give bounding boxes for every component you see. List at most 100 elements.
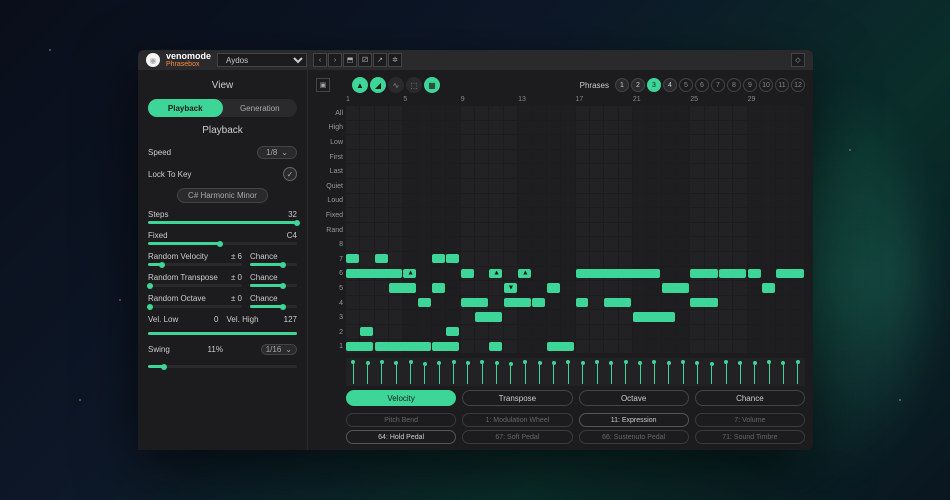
note[interactable] xyxy=(389,283,416,293)
velocity-bar[interactable] xyxy=(360,360,374,384)
note[interactable] xyxy=(432,342,459,352)
cc-button[interactable]: 1: Modulation Wheel xyxy=(462,413,572,427)
velocity-bar[interactable] xyxy=(662,360,676,384)
randvel-slider[interactable] xyxy=(148,263,242,266)
tab-transpose[interactable]: Transpose xyxy=(462,390,572,406)
velocity-bar[interactable] xyxy=(619,360,633,384)
velocity-bar[interactable] xyxy=(375,360,389,384)
velocity-bar[interactable] xyxy=(748,360,762,384)
tab-playback[interactable]: Playback xyxy=(148,99,223,117)
next-preset-button[interactable]: › xyxy=(328,53,342,67)
phrase-3[interactable]: 3 xyxy=(647,78,661,92)
select-tool-icon[interactable]: ▣ xyxy=(316,78,330,92)
phrase-2[interactable]: 2 xyxy=(631,78,645,92)
cc-button[interactable]: 11: Expression xyxy=(579,413,689,427)
note[interactable] xyxy=(576,269,661,279)
note[interactable] xyxy=(633,312,675,322)
velocity-bar[interactable] xyxy=(604,360,618,384)
velocity-bar[interactable] xyxy=(733,360,747,384)
cc-button[interactable]: Pitch Bend xyxy=(346,413,456,427)
note[interactable] xyxy=(604,298,631,308)
scale-select[interactable]: C# Harmonic Minor xyxy=(177,188,268,203)
view-mode-3[interactable]: ∿ xyxy=(388,77,404,93)
velocity-bar[interactable] xyxy=(776,360,790,384)
velocity-bar[interactable] xyxy=(633,360,647,384)
view-mode-2[interactable]: ◢ xyxy=(370,77,386,93)
settings-button[interactable]: ✲ xyxy=(388,53,402,67)
note[interactable] xyxy=(662,283,689,293)
velocity-bar[interactable] xyxy=(489,360,503,384)
randtrans-chance-slider[interactable] xyxy=(250,284,297,287)
velocity-bar[interactable] xyxy=(446,360,460,384)
tab-octave[interactable]: Octave xyxy=(579,390,689,406)
phrase-6[interactable]: 6 xyxy=(695,78,709,92)
note[interactable] xyxy=(547,283,560,293)
note[interactable] xyxy=(690,269,717,279)
note[interactable] xyxy=(461,269,474,279)
phrase-4[interactable]: 4 xyxy=(663,78,677,92)
velocity-bar[interactable] xyxy=(561,360,575,384)
velocity-bar[interactable] xyxy=(432,360,446,384)
note[interactable] xyxy=(461,298,488,308)
note[interactable] xyxy=(719,269,746,279)
note[interactable] xyxy=(576,298,589,308)
phrase-7[interactable]: 7 xyxy=(711,78,725,92)
prev-preset-button[interactable]: ‹ xyxy=(313,53,327,67)
note[interactable] xyxy=(418,298,431,308)
preset-select[interactable]: Aydos xyxy=(217,53,307,67)
velocity-bar[interactable] xyxy=(389,360,403,384)
phrase-12[interactable]: 12 xyxy=(791,78,805,92)
velocity-bar[interactable] xyxy=(576,360,590,384)
randoct-chance-slider[interactable] xyxy=(250,305,297,308)
randvel-chance-slider[interactable] xyxy=(250,263,297,266)
swing-rate-dropdown[interactable]: 1/16⌄ xyxy=(261,344,297,355)
note[interactable] xyxy=(762,283,775,293)
note[interactable] xyxy=(375,254,388,264)
view-mode-1[interactable]: ▲ xyxy=(352,77,368,93)
velocity-bar[interactable] xyxy=(547,360,561,384)
note[interactable] xyxy=(532,298,545,308)
view-mode-4[interactable]: ⬚ xyxy=(406,77,422,93)
velocity-bar[interactable] xyxy=(504,360,518,384)
velocity-bar[interactable] xyxy=(346,360,360,384)
note[interactable] xyxy=(446,254,459,264)
note[interactable] xyxy=(748,269,761,279)
velocity-bar[interactable] xyxy=(676,360,690,384)
velocity-bar[interactable] xyxy=(590,360,604,384)
tab-velocity[interactable]: Velocity xyxy=(346,390,456,406)
save-button[interactable]: ⬒ xyxy=(343,53,357,67)
velocity-bar[interactable] xyxy=(532,360,546,384)
cc-button[interactable]: 7: Volume xyxy=(695,413,805,427)
lock-checkbox[interactable]: ✓ xyxy=(283,167,297,181)
note[interactable] xyxy=(375,342,431,352)
note[interactable] xyxy=(346,342,373,352)
randoct-slider[interactable] xyxy=(148,305,242,308)
velocity-bar[interactable] xyxy=(762,360,776,384)
velocity-bar[interactable] xyxy=(518,360,532,384)
note[interactable] xyxy=(346,254,359,264)
note[interactable] xyxy=(346,269,402,279)
velocity-bar[interactable] xyxy=(403,360,417,384)
cc-button[interactable]: 71: Sound Timbre xyxy=(695,430,805,444)
phrase-1[interactable]: 1 xyxy=(615,78,629,92)
randtrans-slider[interactable] xyxy=(148,284,242,287)
vel-range-slider[interactable] xyxy=(148,332,297,335)
note[interactable] xyxy=(475,312,502,322)
speed-dropdown[interactable]: 1/8⌄ xyxy=(257,146,297,159)
cc-button[interactable]: 66: Sustenuto Pedal xyxy=(579,430,689,444)
swing-slider[interactable] xyxy=(148,365,297,368)
phrase-5[interactable]: 5 xyxy=(679,78,693,92)
velocity-bar[interactable] xyxy=(719,360,733,384)
steps-slider[interactable] xyxy=(148,221,297,224)
phrase-9[interactable]: 9 xyxy=(743,78,757,92)
velocity-strip[interactable] xyxy=(346,358,805,386)
phrase-10[interactable]: 10 xyxy=(759,78,773,92)
note[interactable] xyxy=(432,254,445,264)
phrase-8[interactable]: 8 xyxy=(727,78,741,92)
velocity-bar[interactable] xyxy=(461,360,475,384)
tab-chance[interactable]: Chance xyxy=(695,390,805,406)
cc-button[interactable]: 67: Soft Pedal xyxy=(462,430,572,444)
note[interactable] xyxy=(504,298,531,308)
link-button[interactable]: ↗ xyxy=(373,53,387,67)
view-mode-5[interactable]: ▦ xyxy=(424,77,440,93)
